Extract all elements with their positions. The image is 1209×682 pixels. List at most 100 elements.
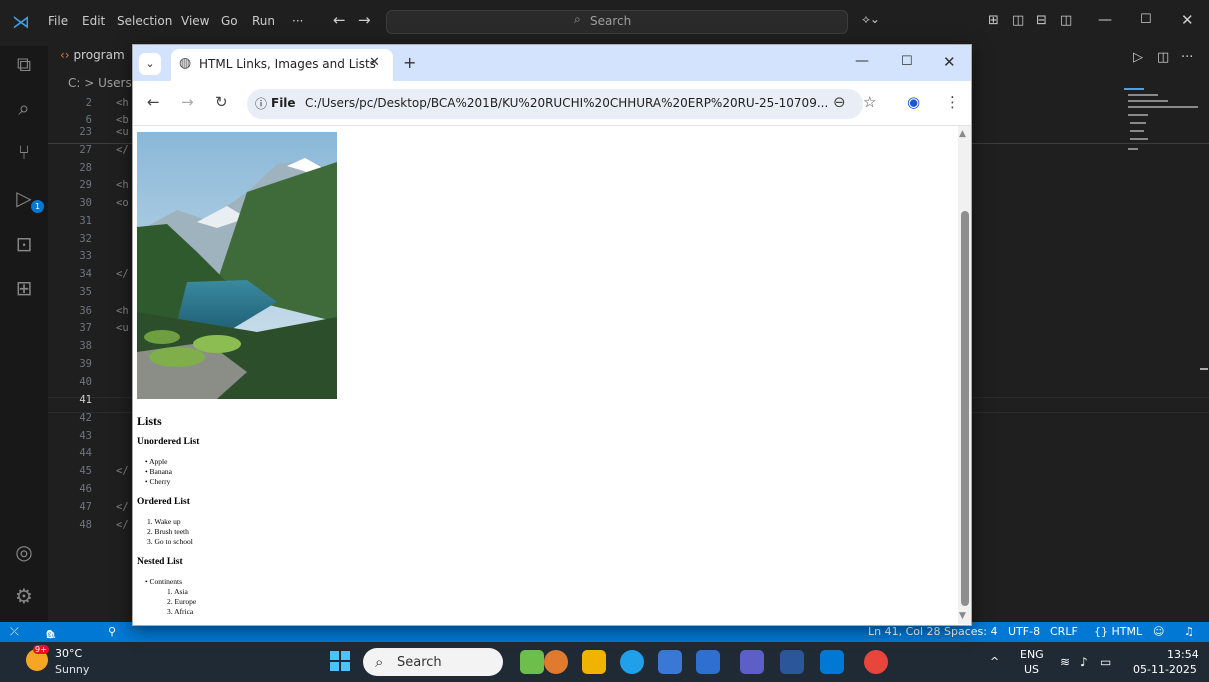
explorer-icon[interactable]: ⧉: [12, 52, 36, 76]
remote-explorer-icon[interactable]: ⊡: [12, 232, 36, 256]
page-scrollbar-thumb[interactable]: [961, 211, 969, 606]
battery-icon[interactable]: ▭: [1100, 655, 1111, 669]
browser-menu-icon[interactable]: ⋮: [945, 93, 960, 111]
line-number: 39: [79, 358, 92, 370]
code-line[interactable]: <u: [116, 126, 129, 138]
maximize-icon[interactable]: ☐: [1140, 12, 1152, 27]
minimap[interactable]: [1124, 88, 1198, 156]
file-explorer-icon[interactable]: [582, 650, 606, 674]
word-icon[interactable]: [780, 650, 804, 674]
back-arrow-icon[interactable]: ←: [333, 11, 346, 29]
language-bottom[interactable]: US: [1024, 663, 1039, 676]
browser-forward-icon[interactable]: →: [181, 93, 194, 111]
code-line[interactable]: </: [116, 465, 129, 477]
account-icon[interactable]: ◎: [12, 540, 36, 564]
tab-close-icon[interactable]: ✕: [369, 55, 380, 70]
browser-back-icon[interactable]: ←: [147, 93, 160, 111]
menu-view[interactable]: View: [181, 14, 209, 28]
split-editor-icon[interactable]: ◫: [1157, 50, 1169, 65]
unordered-list: • Apple • Banana • Cherry: [145, 457, 172, 487]
outlook-icon[interactable]: [696, 650, 720, 674]
more-actions-icon[interactable]: ···: [1181, 50, 1193, 65]
vscode-taskbar-icon[interactable]: [820, 650, 844, 674]
command-center-label: Search: [590, 14, 632, 28]
settings-gear-icon[interactable]: ⚙: [12, 584, 36, 608]
code-line[interactable]: <h: [116, 305, 129, 317]
menu-run[interactable]: Run: [252, 14, 275, 28]
code-line[interactable]: <u: [116, 322, 129, 334]
search-icon[interactable]: ⌕: [12, 96, 36, 120]
tab-search-chevron-icon[interactable]: ⌄: [139, 53, 161, 75]
end-of-line[interactable]: CRLF: [1050, 625, 1078, 638]
encoding[interactable]: UTF-8: [1008, 625, 1040, 638]
teams-icon[interactable]: [740, 650, 764, 674]
toggle-sidebar-icon[interactable]: ◫: [1012, 13, 1024, 28]
menu-go[interactable]: Go: [221, 14, 238, 28]
bookmark-star-icon[interactable]: ☆: [863, 93, 876, 111]
run-file-icon[interactable]: ▷: [1133, 50, 1143, 65]
copilot-status-icon[interactable]: ☺: [1153, 625, 1164, 638]
weather-description[interactable]: Sunny: [55, 663, 89, 676]
edge-browser-icon[interactable]: [620, 650, 644, 674]
customize-layout-icon[interactable]: ⊞: [988, 13, 999, 28]
chrome-icon[interactable]: [864, 650, 888, 674]
line-number: 34: [79, 268, 92, 280]
microsoft-store-icon[interactable]: [658, 650, 682, 674]
forward-arrow-icon[interactable]: →: [358, 11, 371, 29]
mountain-lake-image: [137, 132, 337, 399]
code-line[interactable]: <o: [116, 197, 129, 209]
browser-maximize-icon[interactable]: ☐: [901, 54, 913, 69]
profile-icon[interactable]: ◉: [907, 93, 920, 111]
notifications-bell-icon[interactable]: ♫: [1184, 625, 1194, 638]
scroll-down-arrow-icon[interactable]: ▼: [959, 611, 966, 621]
source-control-icon[interactable]: ⑂: [12, 140, 36, 164]
copilot-icon[interactable]: ⟡⌄: [862, 12, 880, 27]
code-line[interactable]: </: [116, 144, 129, 156]
browser-close-icon[interactable]: ✕: [943, 53, 956, 71]
language-top[interactable]: ENG: [1020, 648, 1044, 661]
minimize-icon[interactable]: —: [1098, 12, 1112, 28]
browser-minimize-icon[interactable]: —: [855, 53, 869, 69]
volume-icon[interactable]: ♪: [1080, 655, 1088, 669]
line-number: 42: [79, 412, 92, 424]
list-item: • Continents: [145, 577, 183, 586]
code-line[interactable]: <h: [116, 97, 129, 109]
globe-icon: ◍: [179, 55, 192, 71]
extensions-icon[interactable]: ⊞: [12, 276, 36, 300]
browser-reload-icon[interactable]: ↻: [215, 93, 228, 111]
show-hidden-icons-icon[interactable]: ^: [990, 655, 999, 668]
code-line[interactable]: <b: [116, 114, 129, 126]
taskbar-widget-icon[interactable]: [520, 650, 544, 674]
scroll-up-arrow-icon[interactable]: ▲: [959, 129, 966, 139]
wifi-icon[interactable]: ≋: [1060, 655, 1070, 669]
menu-edit[interactable]: Edit: [82, 14, 105, 28]
weather-temperature[interactable]: 30°C: [55, 647, 82, 660]
menu-more[interactable]: ···: [292, 14, 303, 28]
code-line[interactable]: </: [116, 519, 129, 531]
windows-start-icon[interactable]: [330, 651, 350, 671]
editor-tab[interactable]: ‹› program: [60, 48, 125, 62]
code-line[interactable]: </: [116, 268, 129, 280]
clock-date[interactable]: 05-11-2025: [1133, 663, 1197, 676]
page-viewport: Lists Unordered List • Apple • Banana • …: [133, 126, 971, 624]
cursor-position[interactable]: Ln 41, Col 28: [868, 625, 941, 638]
code-line[interactable]: </: [116, 501, 129, 513]
zoom-icon[interactable]: ⊖: [833, 93, 846, 111]
language-mode[interactable]: {} HTML: [1094, 625, 1142, 638]
ports-icon[interactable]: ⚲: [108, 625, 116, 638]
line-number: 27: [79, 144, 92, 156]
menu-selection[interactable]: Selection: [117, 14, 172, 28]
code-line[interactable]: <h: [116, 179, 129, 191]
taskbar-diwali-icon[interactable]: [544, 650, 568, 674]
close-icon[interactable]: ✕: [1181, 11, 1194, 29]
menu-file[interactable]: File: [48, 14, 68, 28]
new-tab-icon[interactable]: +: [403, 53, 416, 72]
clock-time[interactable]: 13:54: [1167, 648, 1199, 661]
remote-indicator-icon[interactable]: ⤫: [10, 625, 19, 639]
site-info-icon[interactable]: ⓘ: [255, 95, 267, 112]
toggle-panel-icon[interactable]: ⊟: [1036, 13, 1047, 28]
toggle-secondary-sidebar-icon[interactable]: ◫: [1060, 13, 1072, 28]
indentation[interactable]: Spaces: 4: [944, 625, 997, 638]
browser-tab-title: HTML Links, Images and Lists: [199, 57, 376, 71]
debug-badge: 1: [31, 200, 44, 213]
